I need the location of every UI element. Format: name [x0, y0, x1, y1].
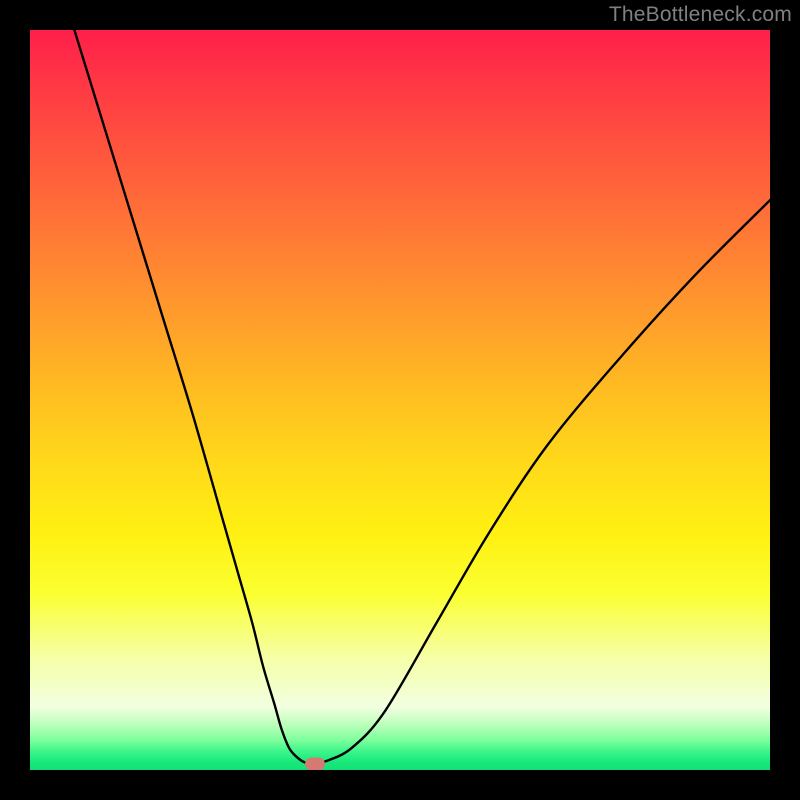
- watermark-label: TheBottleneck.com: [609, 3, 792, 27]
- optimal-point-marker: [305, 758, 325, 770]
- chart-frame: TheBottleneck.com: [0, 0, 800, 800]
- plot-area: [30, 30, 770, 770]
- bottleneck-curve: [30, 30, 770, 770]
